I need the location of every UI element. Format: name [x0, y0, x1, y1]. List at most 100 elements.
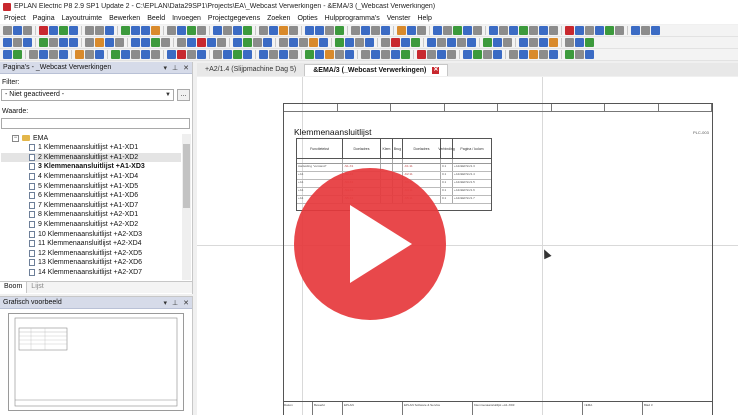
- toolbar-button-icon[interactable]: [575, 50, 584, 59]
- tree-item-page-1[interactable]: 1 Klemmenaansluitlijst +A1-XD1: [1, 143, 181, 153]
- toolbar-button-icon[interactable]: [411, 38, 420, 47]
- tree-item-page-14[interactable]: 14 Klemmenaansluitlijst +A2-XD7: [1, 268, 181, 278]
- tab-lijst[interactable]: Lijst: [27, 282, 47, 293]
- toolbar-button-icon[interactable]: [305, 50, 314, 59]
- toolbar-button-icon[interactable]: [151, 26, 160, 35]
- toolbar-button-icon[interactable]: [447, 38, 456, 47]
- chevron-down-icon[interactable]: ▼: [165, 90, 171, 100]
- toolbar-button-icon[interactable]: [335, 38, 344, 47]
- toolbar-button-icon[interactable]: [121, 26, 130, 35]
- tree-item-page-12[interactable]: 12 Klemmenaansluitlijst +A2-XD5: [1, 249, 181, 259]
- drawing-canvas[interactable]: Klemmenaansluitlijst PLC-003 Functieteks…: [197, 77, 738, 415]
- toolbar-button-icon[interactable]: [131, 50, 140, 59]
- toolbar-button-icon[interactable]: [381, 50, 390, 59]
- tree-item-page-13[interactable]: 13 Klemmenaansluitlijst +A2-XD6: [1, 258, 181, 268]
- tab-webcast-verwerkingen[interactable]: &EMA/3 (_Webcast Verwerkingen) ✕: [304, 64, 449, 76]
- toolbar-button-icon[interactable]: [167, 50, 176, 59]
- toolbar-button-icon[interactable]: [595, 26, 604, 35]
- toolbar-button-icon[interactable]: [361, 50, 370, 59]
- toolbar-button-icon[interactable]: [443, 26, 452, 35]
- toolbar-button-icon[interactable]: [539, 50, 548, 59]
- toolbar-button-icon[interactable]: [585, 50, 594, 59]
- toolbar-button-icon[interactable]: [23, 38, 32, 47]
- toolbar-button-icon[interactable]: [585, 26, 594, 35]
- toolbar-button-icon[interactable]: [223, 50, 232, 59]
- toolbar-button-icon[interactable]: [233, 50, 242, 59]
- toolbar-button-icon[interactable]: [3, 50, 12, 59]
- menu-venster[interactable]: Venster: [387, 15, 411, 22]
- toolbar-button-icon[interactable]: [309, 38, 318, 47]
- toolbar-button-icon[interactable]: [85, 26, 94, 35]
- toolbar-button-icon[interactable]: [315, 50, 324, 59]
- toolbar-button-icon[interactable]: [467, 38, 476, 47]
- toolbar-button-icon[interactable]: [121, 50, 130, 59]
- toolbar-button-icon[interactable]: [565, 38, 574, 47]
- toolbar-button-icon[interactable]: [463, 26, 472, 35]
- toolbar-button-icon[interactable]: [457, 38, 466, 47]
- toolbar-button-icon[interactable]: [529, 50, 538, 59]
- tree-item-page-9[interactable]: 9 Klemmenaansluitlijst +A2-XD2: [1, 220, 181, 230]
- tree-scrollbar[interactable]: [182, 134, 191, 280]
- toolbar-button-icon[interactable]: [187, 38, 196, 47]
- tree-item-page-3[interactable]: 3 Klemmenaansluitlijst +A1-XD3: [1, 162, 181, 172]
- toolbar-button-icon[interactable]: [49, 38, 58, 47]
- toolbar-button-icon[interactable]: [289, 26, 298, 35]
- toolbar-button-icon[interactable]: [39, 50, 48, 59]
- menu-bewerken[interactable]: Bewerken: [109, 15, 140, 22]
- toolbar-button-icon[interactable]: [427, 50, 436, 59]
- toolbar-button-icon[interactable]: [167, 26, 176, 35]
- tree-item-page-4[interactable]: 4 Klemmenaansluitlijst +A1-XD4: [1, 172, 181, 182]
- toolbar-button-icon[interactable]: [95, 26, 104, 35]
- toolbar-button-icon[interactable]: [289, 38, 298, 47]
- toolbar-button-icon[interactable]: [39, 26, 48, 35]
- tree-item-page-6[interactable]: 6 Klemmenaansluitlijst +A1-XD6: [1, 191, 181, 201]
- toolbar-button-icon[interactable]: [85, 38, 94, 47]
- menu-invoegen[interactable]: Invoegen: [172, 15, 201, 22]
- close-icon[interactable]: ✕: [183, 299, 189, 307]
- toolbar-button-icon[interactable]: [539, 26, 548, 35]
- tree-item-page-10[interactable]: 10 Klemmenaansluitlijst +A2-XD3: [1, 229, 181, 239]
- menu-hulpprogrammas[interactable]: Hulpprogramma's: [325, 15, 380, 22]
- toolbar-button-icon[interactable]: [549, 50, 558, 59]
- toolbar-button-icon[interactable]: [141, 26, 150, 35]
- toolbar-button-icon[interactable]: [437, 38, 446, 47]
- value-input[interactable]: [1, 118, 190, 129]
- toolbar-button-icon[interactable]: [13, 50, 22, 59]
- toolbar-button-icon[interactable]: [325, 50, 334, 59]
- toolbar-button-icon[interactable]: [605, 26, 614, 35]
- toolbar-button-icon[interactable]: [177, 50, 186, 59]
- toolbar-button-icon[interactable]: [95, 50, 104, 59]
- toolbar-button-icon[interactable]: [85, 50, 94, 59]
- toolbar-button-icon[interactable]: [233, 26, 242, 35]
- toolbar-button-icon[interactable]: [207, 38, 216, 47]
- video-play-button[interactable]: [294, 168, 446, 320]
- toolbar-button-icon[interactable]: [141, 50, 150, 59]
- toolbar-button-icon[interactable]: [391, 50, 400, 59]
- toolbar-button-icon[interactable]: [493, 38, 502, 47]
- toolbar-button-icon[interactable]: [335, 50, 344, 59]
- tab-close-icon[interactable]: ✕: [432, 67, 440, 74]
- toolbar-button-icon[interactable]: [463, 50, 472, 59]
- toolbar-button-icon[interactable]: [401, 38, 410, 47]
- toolbar-button-icon[interactable]: [131, 26, 140, 35]
- toolbar-button-icon[interactable]: [473, 26, 482, 35]
- toolbar-button-icon[interactable]: [105, 38, 114, 47]
- toolbar-button-icon[interactable]: [549, 26, 558, 35]
- toolbar-button-icon[interactable]: [279, 26, 288, 35]
- toolbar-button-icon[interactable]: [95, 38, 104, 47]
- toolbar-button-icon[interactable]: [213, 26, 222, 35]
- toolbar-button-icon[interactable]: [503, 38, 512, 47]
- toolbar-button-icon[interactable]: [243, 50, 252, 59]
- close-icon[interactable]: ✕: [183, 64, 189, 72]
- toolbar-button-icon[interactable]: [69, 38, 78, 47]
- toolbar-button-icon[interactable]: [259, 26, 268, 35]
- toolbar-button-icon[interactable]: [519, 50, 528, 59]
- toolbar-button-icon[interactable]: [233, 38, 242, 47]
- filter-select[interactable]: - Niet geactiveerd - ▼: [1, 89, 174, 101]
- toolbar-button-icon[interactable]: [417, 26, 426, 35]
- toolbar-button-icon[interactable]: [263, 38, 272, 47]
- toolbar-button-icon[interactable]: [161, 38, 170, 47]
- toolbar-button-icon[interactable]: [325, 26, 334, 35]
- toolbar-button-icon[interactable]: [105, 26, 114, 35]
- toolbar-button-icon[interactable]: [269, 50, 278, 59]
